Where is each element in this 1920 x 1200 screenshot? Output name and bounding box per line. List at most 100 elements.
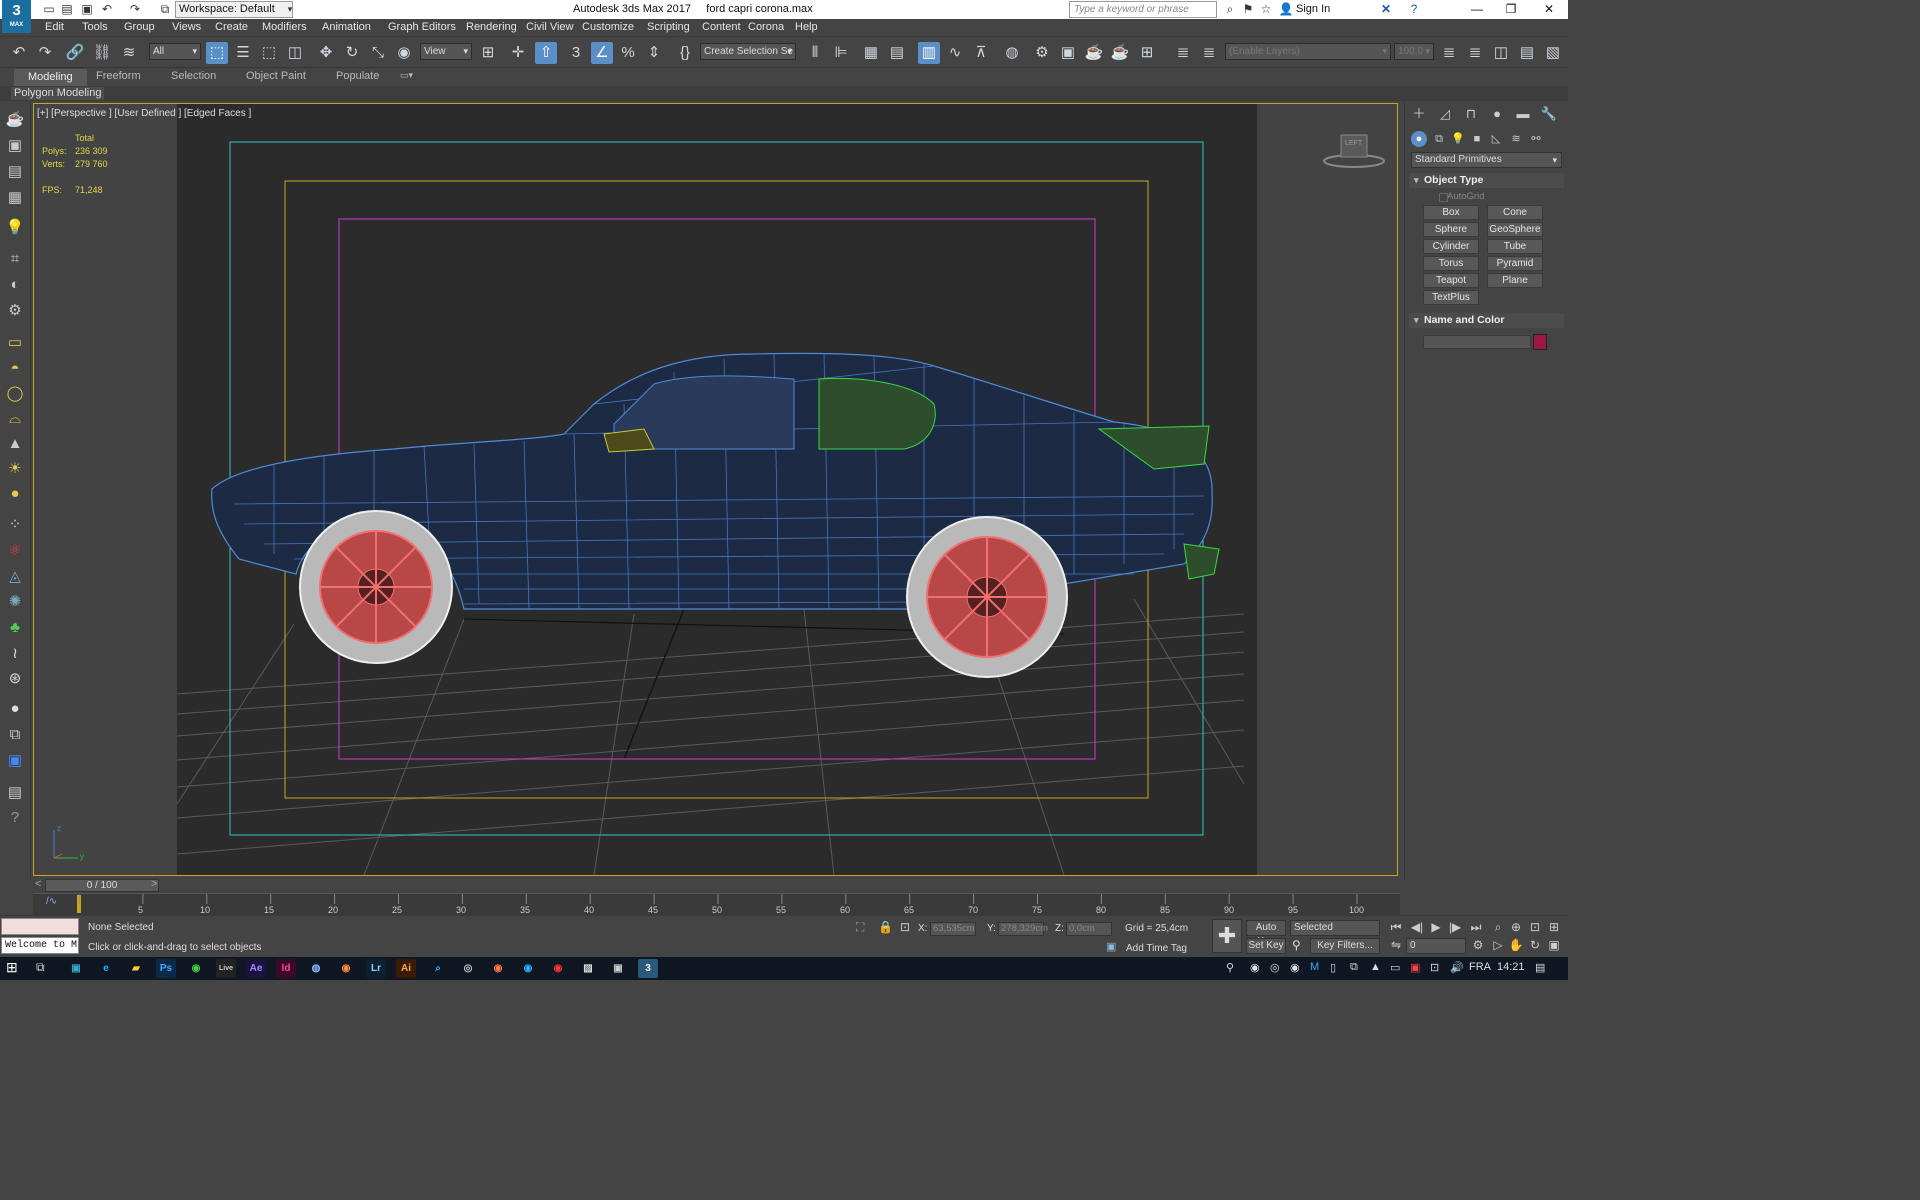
auto-key-button[interactable]: Auto Key [1246, 920, 1286, 947]
app-icon[interactable]: ◍ [306, 959, 326, 978]
key-filters-button[interactable]: Key Filters... [1310, 938, 1380, 954]
viewport-label[interactable]: [+] [Perspective ] [User Defined ] [Edge… [37, 108, 251, 119]
key-mode-toggle-icon[interactable]: ⇋ [1388, 938, 1404, 952]
motion-tab-icon[interactable]: ● [1488, 105, 1506, 123]
add-time-tag-link[interactable]: Add Time Tag [1126, 943, 1187, 954]
spacewarps-category-icon[interactable]: ≋ [1508, 131, 1524, 147]
tray-icon[interactable]: ◎ [1270, 961, 1280, 974]
shell-icon[interactable]: ⊛ [4, 669, 26, 689]
pivot-center-icon[interactable]: ⊞ [477, 42, 499, 64]
network-icon[interactable]: ⊡ [1430, 961, 1439, 974]
firefox-icon[interactable]: ◉ [336, 959, 356, 978]
geosphere-button[interactable]: GeoSphere [1487, 222, 1543, 237]
sphere-button[interactable]: Sphere [1423, 222, 1479, 237]
menu-graph-editors[interactable]: Graph Editors [388, 21, 456, 33]
next-frame-icon[interactable]: |▶ [1447, 920, 1463, 934]
maxscript-listener-mini[interactable] [1, 918, 79, 935]
tray-icon[interactable]: ◉ [1290, 961, 1300, 974]
tray-icon[interactable]: ▯ [1330, 961, 1336, 974]
tray-icon[interactable]: ⚲ [1226, 961, 1234, 974]
task-view-icon[interactable]: ⧉ [36, 960, 45, 975]
cameras-category-icon[interactable]: ■ [1469, 131, 1485, 147]
film-icon[interactable]: ⚙ [4, 301, 26, 321]
file-explorer-icon[interactable]: ▰ [126, 959, 146, 978]
list-icon[interactable]: ▤ [4, 162, 26, 182]
scene-explorer-icon[interactable]: ▦ [860, 42, 882, 64]
undo-icon[interactable]: ↶ [8, 42, 30, 64]
notifications-icon[interactable]: ▤ [1535, 961, 1545, 974]
time-next-icon[interactable]: > [151, 878, 157, 890]
plane-icon[interactable]: ▭ [4, 333, 26, 353]
edit-named-selection-icon[interactable]: {} [674, 42, 696, 64]
clipboard-icon[interactable]: ▤ [4, 783, 26, 803]
render-cloud-icon[interactable]: ⊞ [1136, 42, 1158, 64]
plant-icon[interactable]: ♣ [4, 618, 26, 638]
search-input[interactable]: Type a keyword or phrase [1069, 1, 1217, 18]
app-logo[interactable]: 3 MAX [2, 0, 31, 33]
hierarchy-icon[interactable]: ⧉ [4, 725, 26, 745]
previous-frame-icon[interactable]: ◀| [1409, 920, 1425, 934]
geometry-category-icon[interactable]: ● [1411, 131, 1427, 147]
redo-icon[interactable]: ↷ [128, 2, 142, 16]
redo-icon[interactable]: ↷ [34, 42, 56, 64]
object-name-field[interactable] [1423, 335, 1531, 349]
align-icon[interactable]: ⊫ [830, 42, 852, 64]
basket-icon[interactable]: ⌓ [4, 409, 26, 429]
absolute-mode-icon[interactable]: ⊡ [900, 920, 910, 934]
video-icon[interactable]: ▣ [4, 751, 26, 771]
minimize-button[interactable]: — [1462, 1, 1492, 18]
camera-icon[interactable]: ⌗ [4, 249, 26, 269]
project-folder-icon[interactable]: ⧉ [158, 2, 172, 16]
maximize-viewport-icon[interactable]: ▣ [1546, 938, 1562, 952]
illustrator-icon[interactable]: Ai [396, 959, 416, 978]
key-filter-icon[interactable]: ⚲ [1292, 938, 1301, 952]
dome-icon[interactable]: ◓ [4, 359, 26, 379]
zoom-icon[interactable]: ⌕ [1490, 920, 1506, 935]
ribbon-panel-polygon-modeling[interactable]: Polygon Modeling [11, 87, 105, 100]
zoom-extents-all-icon[interactable]: ⊞ [1546, 920, 1562, 934]
keyboard-shortcut-override-icon[interactable]: ⇧ [535, 42, 557, 64]
app-icon[interactable]: ◉ [548, 959, 568, 978]
material-editor-icon[interactable]: ◍ [1001, 42, 1023, 64]
current-frame-field[interactable]: 0 [1406, 938, 1466, 954]
ribbon-tab-populate[interactable]: Populate [336, 70, 379, 82]
search-app-icon[interactable]: ⌕ [428, 959, 448, 978]
zoom-all-icon[interactable]: ⊕ [1508, 920, 1524, 934]
set-key-button[interactable]: Set Key [1246, 938, 1286, 954]
volume-icon[interactable]: 🔊 [1450, 961, 1464, 974]
undo-icon[interactable]: ↶ [100, 2, 114, 16]
rectangular-selection-icon[interactable]: ⬚ [258, 42, 280, 64]
sphere-icon[interactable]: ● [4, 484, 26, 504]
language-indicator[interactable]: FRA [1469, 961, 1491, 973]
tray-icon[interactable]: ▭ [1390, 961, 1400, 974]
tray-icon[interactable]: ◉ [1250, 961, 1260, 974]
object-color-swatch[interactable] [1533, 334, 1547, 350]
create-layer-icon[interactable]: ≣ [1438, 42, 1460, 64]
reference-coordinate-dropdown[interactable]: View [420, 43, 472, 60]
window-crossing-icon[interactable]: ◫ [284, 42, 306, 64]
favorites-star-icon[interactable]: ☆ [1258, 2, 1274, 16]
snaps-toggle-icon[interactable]: 3 [565, 42, 587, 64]
timeline-track[interactable]: /∿ 5 10 15 20 25 30 35 40 45 50 55 60 65… [33, 893, 1400, 915]
ribbon-tab-modeling[interactable]: Modeling [14, 69, 87, 86]
z-coordinate-field[interactable]: 0,0cm [1066, 922, 1112, 936]
autogrid-checkbox[interactable]: AutoGrid [1439, 191, 1485, 202]
object-type-rollout[interactable]: Object Type [1409, 173, 1564, 188]
tray-icon[interactable]: ▲ [1370, 961, 1381, 973]
help-icon[interactable]: ? [1406, 2, 1422, 16]
perspective-viewport[interactable]: [+] [Perspective ] [User Defined ] [Edge… [33, 103, 1398, 876]
menu-corona[interactable]: Corona [748, 21, 784, 33]
after-effects-icon[interactable]: Ae [246, 959, 266, 978]
teapot-icon[interactable]: ☕ [4, 110, 26, 130]
x-coordinate-field[interactable]: 63,535cm [930, 922, 976, 936]
helper-icon[interactable]: ◐ [4, 275, 26, 295]
systems-category-icon[interactable]: ⚯ [1528, 131, 1544, 147]
app-icon[interactable]: ◉ [488, 959, 508, 978]
unlink-selection-icon[interactable]: ⛓ [91, 42, 113, 64]
layer-add-selection-icon[interactable]: ≣ [1464, 42, 1486, 64]
edge-icon[interactable]: e [96, 959, 116, 978]
helpers-category-icon[interactable]: ◺ [1488, 131, 1504, 147]
bind-space-warp-icon[interactable]: ≋ [118, 42, 140, 64]
modify-tab-icon[interactable]: ◿ [1436, 105, 1454, 123]
ribbon-tab-object-paint[interactable]: Object Paint [246, 70, 306, 82]
